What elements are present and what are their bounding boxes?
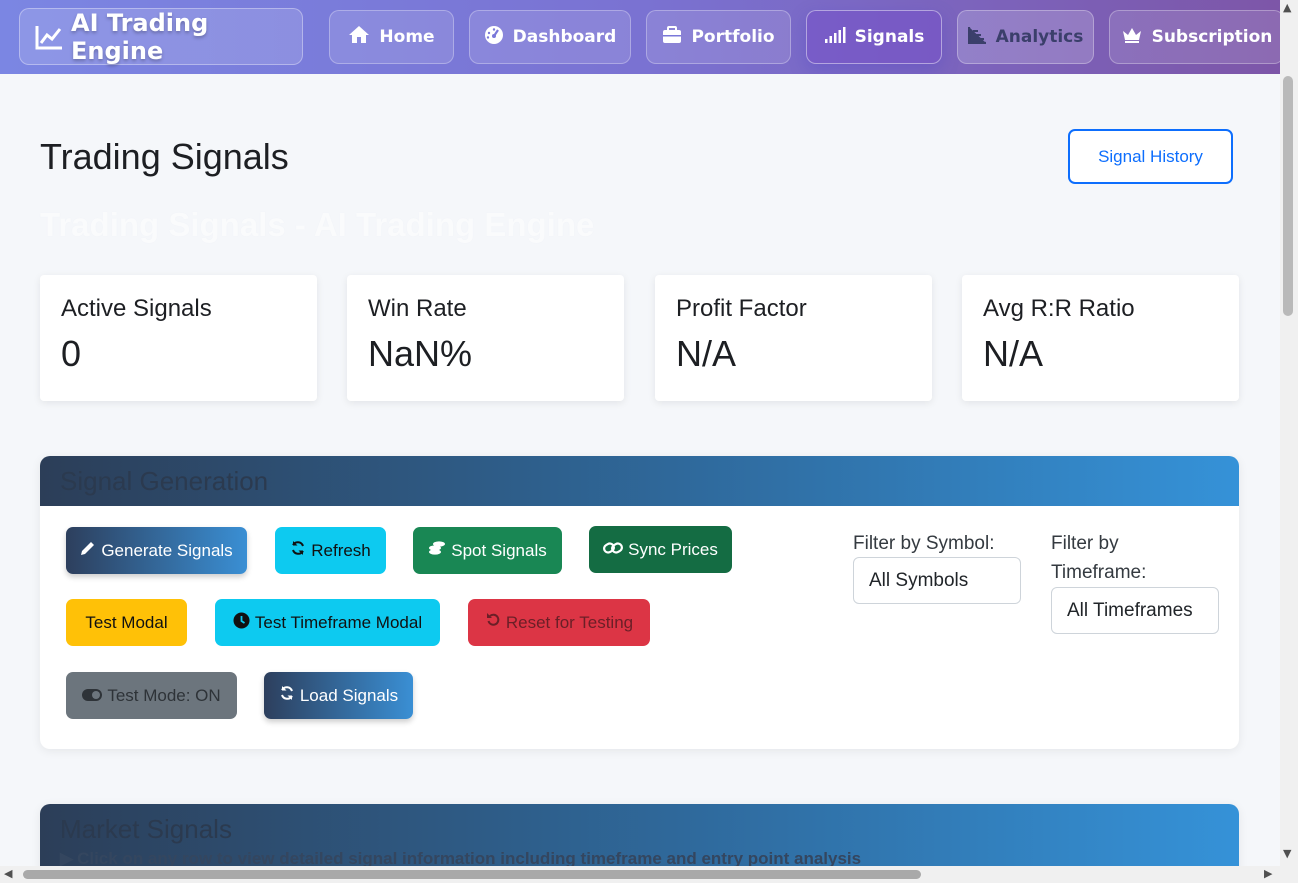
test-modal-button[interactable]: Test Modal — [66, 599, 187, 646]
horizontal-scroll-thumb[interactable] — [23, 870, 921, 879]
panel-header: Signal Generation — [40, 456, 1239, 506]
page-title: Trading Signals — [40, 136, 289, 177]
stat-card-avg-rr-ratio: Avg R:R Ratio N/A — [962, 275, 1239, 401]
generate-signals-button[interactable]: Generate Signals — [66, 527, 247, 574]
briefcase-icon — [662, 25, 682, 49]
vertical-scroll-thumb[interactable] — [1283, 76, 1293, 316]
refresh-icon — [279, 685, 295, 706]
reset-for-testing-label: Reset for Testing — [505, 612, 634, 632]
timeframe-filter-select[interactable]: All Timeframes — [1051, 587, 1219, 634]
nav-home-label: Home — [379, 27, 435, 47]
symbol-filter-select[interactable]: All Symbols — [853, 557, 1021, 604]
top-navbar: AI Trading Engine Home Dashboard Portfol… — [0, 0, 1280, 74]
home-icon — [348, 25, 370, 49]
nav-analytics[interactable]: Analytics — [957, 10, 1094, 64]
signal-history-button[interactable]: Signal History — [1068, 129, 1233, 184]
scroll-left-icon[interactable]: ◀ — [4, 868, 12, 880]
nav-signals-label: Signals — [854, 27, 925, 47]
toggle-icon — [82, 686, 103, 706]
spot-signals-button[interactable]: Spot Signals — [413, 527, 562, 574]
stat-card-profit-factor: Profit Factor N/A — [655, 275, 932, 401]
link-icon — [603, 540, 624, 560]
symbol-filter-value: All Symbols — [869, 569, 969, 591]
sync-prices-button[interactable]: Sync Prices — [589, 526, 732, 573]
reset-for-testing-button[interactable]: Reset for Testing — [468, 599, 650, 646]
nav-signals[interactable]: Signals — [806, 10, 942, 64]
stat-value: N/A — [983, 333, 1044, 374]
stat-card-win-rate: Win Rate NaN% — [347, 275, 624, 401]
page-subtitle: Trading Signals - AI Trading Engine — [40, 206, 595, 243]
stat-label: Profit Factor — [676, 295, 807, 322]
refresh-button[interactable]: Refresh — [275, 527, 386, 574]
refresh-label: Refresh — [311, 540, 371, 560]
nav-portfolio[interactable]: Portfolio — [646, 10, 791, 64]
sync-prices-label: Sync Prices — [628, 539, 718, 559]
filter-timeframe-label: Filter by Timeframe: — [1051, 533, 1147, 583]
test-mode-label: Test Mode: ON — [107, 685, 221, 705]
brand-logo[interactable]: AI Trading Engine — [19, 8, 303, 65]
panel-title: Signal Generation — [60, 466, 269, 496]
timeframe-filter-value: All Timeframes — [1067, 599, 1193, 621]
undo-icon — [485, 612, 501, 633]
nav-dashboard-label: Dashboard — [512, 27, 617, 47]
generate-signals-label: Generate Signals — [101, 540, 233, 560]
clock-icon — [233, 612, 250, 634]
test-timeframe-modal-button[interactable]: Test Timeframe Modal — [215, 599, 440, 646]
scroll-right-icon[interactable]: ▶ — [1264, 868, 1272, 880]
load-signals-label: Load Signals — [299, 685, 399, 705]
panel-title: Market Signals — [60, 814, 232, 844]
crown-icon — [1121, 26, 1143, 48]
stat-label: Active Signals — [61, 295, 212, 322]
load-signals-button[interactable]: Load Signals — [264, 672, 413, 719]
nav-home[interactable]: Home — [329, 10, 454, 64]
brand-name: AI Trading Engine — [71, 8, 209, 65]
line-chart-icon — [35, 24, 63, 50]
nav-portfolio-label: Portfolio — [691, 27, 775, 47]
nav-analytics-label: Analytics — [995, 27, 1084, 47]
filter-symbol-label: Filter by Symbol: — [853, 533, 995, 554]
signal-bars-icon — [824, 26, 846, 49]
spot-signals-label: Spot Signals — [451, 540, 547, 560]
pencil-icon — [80, 540, 96, 561]
stat-card-active-signals: Active Signals 0 — [40, 275, 317, 401]
test-timeframe-modal-label: Test Timeframe Modal — [254, 612, 423, 632]
refresh-icon — [290, 540, 306, 561]
area-chart-icon — [967, 26, 987, 49]
speedometer-icon — [484, 25, 504, 50]
nav-subscription[interactable]: Subscription — [1109, 10, 1280, 64]
scroll-down-icon[interactable]: ▼ — [1283, 848, 1291, 860]
stat-value: N/A — [676, 333, 737, 374]
stat-label: Win Rate — [368, 295, 467, 322]
coins-icon — [428, 540, 446, 561]
scroll-up-icon[interactable]: ▲ — [1283, 2, 1291, 14]
stat-value: NaN% — [368, 333, 473, 374]
stat-label: Avg R:R Ratio — [983, 295, 1135, 322]
test-mode-toggle[interactable]: Test Mode: ON — [66, 672, 237, 719]
nav-subscription-label: Subscription — [1151, 27, 1273, 47]
nav-dashboard[interactable]: Dashboard — [469, 10, 631, 64]
stat-value: 0 — [61, 333, 82, 374]
test-modal-label: Test Modal — [85, 612, 168, 632]
signal-generation-panel: Signal Generation Generate Signals Refre… — [40, 456, 1239, 749]
